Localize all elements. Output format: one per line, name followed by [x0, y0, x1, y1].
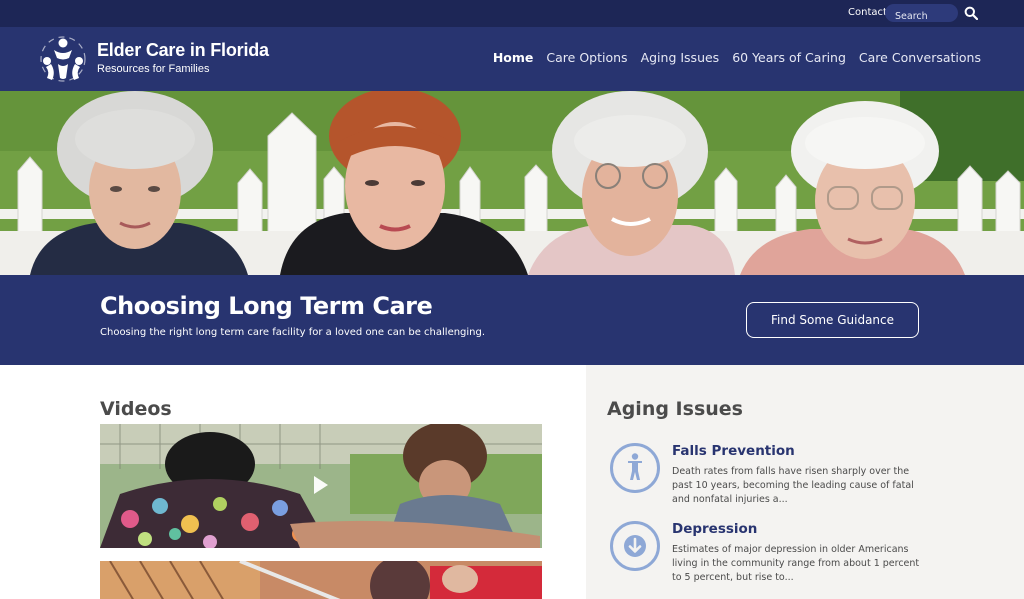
issue-title-falls-prevention[interactable]: Falls Prevention	[672, 443, 795, 459]
banner-title: Choosing Long Term Care	[100, 292, 433, 320]
issue-title-depression[interactable]: Depression	[672, 521, 757, 537]
site-title[interactable]: Elder Care in Florida	[97, 40, 269, 61]
video-thumbnail[interactable]	[100, 561, 542, 599]
search-input[interactable]	[885, 7, 958, 26]
search-icon[interactable]	[964, 6, 978, 20]
aging-issues-section: Aging Issues Falls Prevention Death rate…	[586, 365, 1024, 599]
main-nav: Home Care Options Aging Issues 60 Years …	[493, 50, 981, 65]
videos-section: Videos	[0, 365, 586, 599]
people-circle-logo[interactable]	[38, 34, 88, 84]
video-thumbnail[interactable]	[100, 424, 542, 548]
nav-care-conversations[interactable]: Care Conversations	[859, 50, 981, 65]
nav-aging-issues[interactable]: Aging Issues	[641, 50, 720, 65]
search-box	[885, 4, 958, 26]
hero-photo	[0, 91, 1024, 275]
banner-subtitle: Choosing the right long term care facili…	[100, 327, 486, 338]
arrow-down-circle-icon[interactable]	[610, 521, 660, 571]
find-guidance-button[interactable]: Find Some Guidance	[746, 302, 919, 338]
nav-care-options[interactable]: Care Options	[546, 50, 627, 65]
feature-banner: Choosing Long Term Care Choosing the rig…	[0, 275, 1024, 365]
utility-bar: Contact	[0, 0, 1024, 27]
contact-link[interactable]: Contact	[848, 7, 887, 18]
nav-60-years[interactable]: 60 Years of Caring	[732, 50, 846, 65]
aging-issues-heading: Aging Issues	[607, 398, 743, 420]
issue-description: Estimates of major depression in older A…	[672, 544, 920, 583]
site-header: Elder Care in Florida Resources for Fami…	[0, 27, 1024, 91]
person-standing-icon[interactable]	[610, 443, 660, 493]
nav-home[interactable]: Home	[493, 50, 534, 65]
issue-description: Death rates from falls have risen sharpl…	[672, 466, 914, 505]
videos-heading: Videos	[100, 398, 172, 420]
site-tagline: Resources for Families	[97, 63, 210, 75]
